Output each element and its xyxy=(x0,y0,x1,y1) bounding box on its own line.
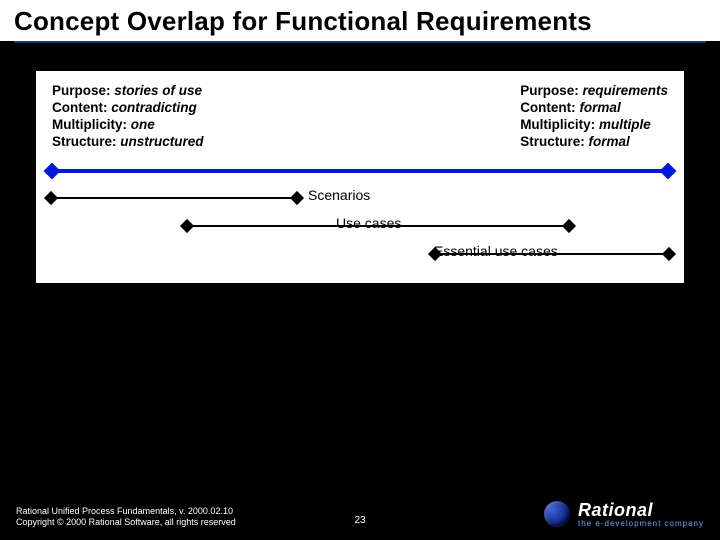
prop-key: Content: xyxy=(520,100,575,115)
prop-key: Multiplicity: xyxy=(520,117,595,132)
bar-scenarios xyxy=(50,197,298,199)
footer-line2: Copyright © 2000 Rational Software, all … xyxy=(16,517,236,528)
prop-key: Purpose: xyxy=(520,83,579,98)
prop-key: Structure: xyxy=(52,134,117,149)
overlap-diagram: Purpose: stories of use Content: contrad… xyxy=(36,71,684,283)
brand-name: Rational xyxy=(578,501,704,520)
prop-purpose-right: Purpose: requirements xyxy=(520,83,668,100)
prop-value: one xyxy=(131,117,155,132)
prop-key: Content: xyxy=(52,100,107,115)
prop-struct-right: Structure: formal xyxy=(520,134,668,151)
prop-key: Structure: xyxy=(520,134,585,149)
prop-content-right: Content: formal xyxy=(520,100,668,117)
bar-label-usecases: Use cases xyxy=(336,215,401,231)
slide-title: Concept Overlap for Functional Requireme… xyxy=(0,0,720,41)
slide-body: Purpose: stories of use Content: contrad… xyxy=(0,43,720,283)
footer-line1: Rational Unified Process Fundamentals, v… xyxy=(16,506,236,517)
footer-text: Rational Unified Process Fundamentals, v… xyxy=(16,506,236,529)
prop-value: stories of use xyxy=(114,83,202,98)
prop-value: unstructured xyxy=(120,134,203,149)
prop-mult-left: Multiplicity: one xyxy=(52,117,204,134)
prop-content-left: Content: contradicting xyxy=(52,100,204,117)
prop-value: contradicting xyxy=(111,100,197,115)
prop-value: multiple xyxy=(599,117,651,132)
brand-text: Rational the e-development company xyxy=(578,501,704,528)
prop-key: Purpose: xyxy=(52,83,111,98)
axis-endpoint-left xyxy=(44,163,61,180)
left-properties: Purpose: stories of use Content: contrad… xyxy=(52,83,204,151)
brand: Rational the e-development company xyxy=(544,501,704,528)
page-number: 23 xyxy=(354,515,365,526)
spectrum-axis xyxy=(50,169,670,173)
brand-tagline: the e-development company xyxy=(578,520,704,528)
prop-key: Multiplicity: xyxy=(52,117,127,132)
bar-endpoint xyxy=(180,219,194,233)
axis-endpoint-right xyxy=(660,163,677,180)
prop-value: formal xyxy=(579,100,620,115)
bar-endpoint xyxy=(662,247,676,261)
prop-mult-right: Multiplicity: multiple xyxy=(520,117,668,134)
right-properties: Purpose: requirements Content: formal Mu… xyxy=(520,83,668,151)
bar-endpoint xyxy=(562,219,576,233)
prop-value: requirements xyxy=(582,83,668,98)
prop-value: formal xyxy=(588,134,629,149)
slide-footer: Rational Unified Process Fundamentals, v… xyxy=(0,501,720,528)
bar-label-essential: Essential use cases xyxy=(434,243,558,259)
bar-label-scenarios: Scenarios xyxy=(308,187,370,203)
bar-endpoint xyxy=(44,191,58,205)
globe-icon xyxy=(544,501,570,527)
prop-struct-left: Structure: unstructured xyxy=(52,134,204,151)
prop-purpose-left: Purpose: stories of use xyxy=(52,83,204,100)
bar-endpoint xyxy=(290,191,304,205)
